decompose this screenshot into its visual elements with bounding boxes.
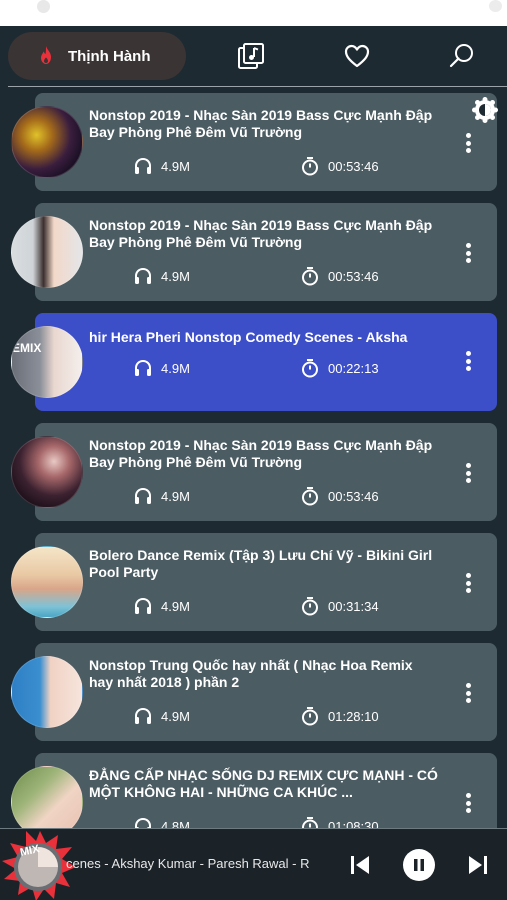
song-thumbnail xyxy=(11,766,83,828)
song-duration: 00:53:46 xyxy=(300,486,379,506)
listen-count: 4.9M xyxy=(133,706,190,726)
skip-previous-icon xyxy=(351,856,369,874)
duration-value: 00:53:46 xyxy=(328,488,379,504)
song-card[interactable]: Nonstop Trung Quốc hay nhất ( Nhạc Hoa R… xyxy=(35,643,497,741)
song-title: Bolero Dance Remix (Tập 3) Lưu Chí Vỹ - … xyxy=(89,547,433,580)
listen-count: 4.9M xyxy=(133,358,190,378)
tab-trending-label: Thịnh Hành xyxy=(68,47,151,65)
song-list[interactable]: Nonstop 2019 - Nhạc Sàn 2019 Bass Cực Mạ… xyxy=(0,93,507,828)
listen-count-value: 4.9M xyxy=(161,268,190,284)
headphones-icon xyxy=(135,817,151,828)
song-title: hir Hera Pheri Nonstop Comedy Scenes - A… xyxy=(89,329,408,345)
duration-value: 00:53:46 xyxy=(328,268,379,284)
duration-value: 01:08:30 xyxy=(328,818,379,829)
song-card[interactable]: Nonstop 2019 - Nhạc Sàn 2019 Bass Cực Mạ… xyxy=(35,93,497,191)
header-divider xyxy=(8,86,507,87)
song-duration: 00:22:13 xyxy=(300,358,379,378)
thumbnail-text: EMIX xyxy=(12,341,42,355)
duration-value: 00:22:13 xyxy=(328,360,379,376)
duration-value: 00:53:46 xyxy=(328,158,379,174)
more-options-button[interactable] xyxy=(465,683,471,703)
heart-icon xyxy=(344,44,370,68)
listen-count-value: 4.9M xyxy=(161,598,190,614)
playlist-icon xyxy=(238,43,264,69)
battery-indicator xyxy=(489,0,502,12)
stopwatch-icon xyxy=(302,707,318,726)
more-options-button[interactable] xyxy=(465,133,471,153)
listen-count: 4.9M xyxy=(133,596,190,616)
listen-count-value: 4.9M xyxy=(161,488,190,504)
song-card[interactable]: Nonstop 2019 - Nhạc Sàn 2019 Bass Cực Mạ… xyxy=(35,423,497,521)
song-title: Nonstop 2019 - Nhạc Sàn 2019 Bass Cực Mạ… xyxy=(89,217,433,250)
song-duration: 01:08:30 xyxy=(300,816,379,828)
listen-count: 4.9M xyxy=(133,486,190,506)
listen-count: 4.8M xyxy=(133,816,190,828)
song-card[interactable]: Nonstop 2019 - Nhạc Sàn 2019 Bass Cực Mạ… xyxy=(35,203,497,301)
headphones-icon xyxy=(135,487,151,504)
headphones-icon xyxy=(135,267,151,284)
stopwatch-icon xyxy=(302,487,318,506)
song-duration: 00:53:46 xyxy=(300,156,379,176)
skip-next-icon xyxy=(469,856,487,874)
next-button[interactable] xyxy=(466,853,490,877)
status-bar xyxy=(0,0,507,26)
song-thumbnail xyxy=(11,216,83,288)
flame-icon xyxy=(41,46,51,64)
search-button[interactable] xyxy=(448,42,476,70)
song-thumbnail xyxy=(11,656,83,728)
listen-count-value: 4.9M xyxy=(161,360,190,376)
listen-count: 4.9M xyxy=(133,156,190,176)
pause-icon xyxy=(414,859,424,871)
song-card[interactable]: ĐẲNG CẤP NHẠC SỐNG DJ REMIX CỰC MẠNH - C… xyxy=(35,753,497,828)
listen-count-value: 4.8M xyxy=(161,818,190,829)
stopwatch-icon xyxy=(302,157,318,176)
more-options-button[interactable] xyxy=(465,793,471,813)
more-options-button[interactable] xyxy=(465,463,471,483)
stopwatch-icon xyxy=(302,817,318,828)
now-playing-title: cenes - Akshay Kumar - Paresh Rawal - R xyxy=(66,856,310,871)
duration-value: 01:28:10 xyxy=(328,708,379,724)
headphones-icon xyxy=(135,597,151,614)
more-options-button[interactable] xyxy=(465,351,471,371)
listen-count-value: 4.9M xyxy=(161,708,190,724)
song-card-active[interactable]: hir Hera Pheri Nonstop Comedy Scenes - A… xyxy=(35,313,497,411)
theme-toggle-icon[interactable] xyxy=(472,97,498,123)
song-thumbnail: EMIX xyxy=(11,326,83,398)
camera-indicator xyxy=(37,0,50,13)
play-pause-button[interactable] xyxy=(403,849,435,881)
stopwatch-icon xyxy=(302,267,318,286)
more-options-button[interactable] xyxy=(465,573,471,593)
more-options-button[interactable] xyxy=(465,243,471,263)
headphones-icon xyxy=(135,157,151,174)
previous-button[interactable] xyxy=(348,853,372,877)
duration-value: 00:31:34 xyxy=(328,598,379,614)
song-title: Nonstop 2019 - Nhạc Sàn 2019 Bass Cực Mạ… xyxy=(89,437,433,470)
listen-count-value: 4.9M xyxy=(161,158,190,174)
stopwatch-icon xyxy=(302,359,318,378)
mini-player[interactable]: MIX cenes - Akshay Kumar - Paresh Rawal … xyxy=(0,828,507,900)
song-duration: 00:31:34 xyxy=(300,596,379,616)
favorites-button[interactable] xyxy=(343,42,371,70)
playlist-button[interactable] xyxy=(237,42,265,70)
song-thumbnail xyxy=(11,106,83,178)
headphones-icon xyxy=(135,707,151,724)
song-thumbnail xyxy=(11,546,83,618)
song-title: ĐẲNG CẤP NHẠC SỐNG DJ REMIX CỰC MẠNH - C… xyxy=(89,767,438,800)
song-title: Nonstop 2019 - Nhạc Sàn 2019 Bass Cực Mạ… xyxy=(89,107,433,140)
top-navigation: Thịnh Hành xyxy=(0,26,507,86)
song-card[interactable]: Bolero Dance Remix (Tập 3) Lưu Chí Vỹ - … xyxy=(35,533,497,631)
song-title: Nonstop Trung Quốc hay nhất ( Nhạc Hoa R… xyxy=(89,657,413,690)
song-duration: 00:53:46 xyxy=(300,266,379,286)
stopwatch-icon xyxy=(302,597,318,616)
listen-count: 4.9M xyxy=(133,266,190,286)
song-duration: 01:28:10 xyxy=(300,706,379,726)
song-thumbnail xyxy=(11,436,83,508)
tab-trending[interactable]: Thịnh Hành xyxy=(8,32,186,80)
search-icon xyxy=(449,44,473,68)
headphones-icon xyxy=(135,359,151,376)
